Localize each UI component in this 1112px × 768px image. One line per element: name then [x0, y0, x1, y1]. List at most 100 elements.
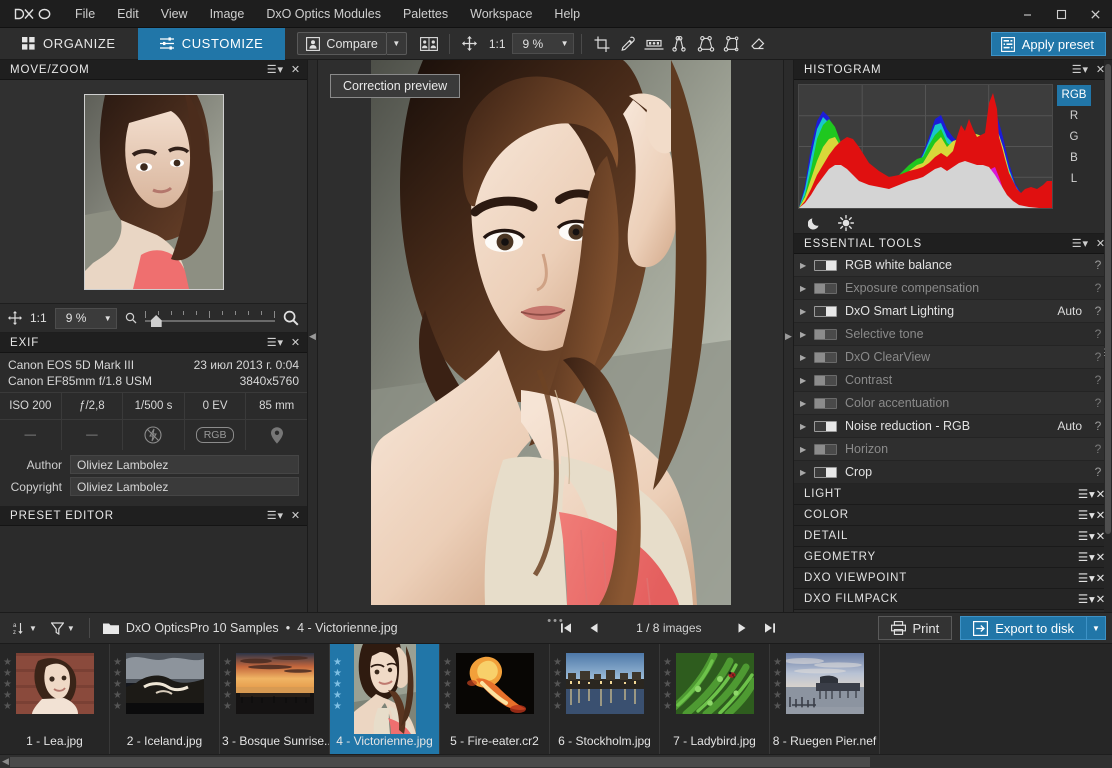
expand-triangle-icon[interactable]: ▶: [800, 399, 814, 408]
rating-stars[interactable]: ★★★★★: [113, 658, 122, 712]
right-splitter-handle[interactable]: ▶: [783, 60, 793, 612]
histogram-channel-b[interactable]: B: [1057, 148, 1091, 169]
palette-light[interactable]: LIGHT ☰▾ ✕: [794, 484, 1112, 505]
palette-dxo-viewpoint[interactable]: DXO VIEWPOINT ☰▾ ✕: [794, 568, 1112, 589]
filmstrip-scrollbar[interactable]: ◀: [0, 754, 1112, 768]
expand-triangle-icon[interactable]: ▶: [800, 284, 814, 293]
expand-triangle-icon[interactable]: ▶: [800, 307, 814, 316]
help-icon[interactable]: ?: [1092, 281, 1104, 295]
menu-item-view[interactable]: View: [150, 0, 199, 28]
panel-close-icon[interactable]: ✕: [291, 509, 301, 522]
panel-menu-icon[interactable]: ☰▾: [1072, 237, 1089, 250]
scroll-left-icon[interactable]: ◀: [2, 756, 9, 767]
filmstrip-item-8[interactable]: ★★★★★ 8 - Ruegen Pier.nef: [770, 644, 880, 754]
zoom-ratio-label[interactable]: 1:1: [483, 37, 512, 51]
pan-move-icon[interactable]: [457, 31, 483, 57]
rating-stars[interactable]: ★★★★★: [223, 658, 232, 712]
panel-menu-icon[interactable]: ☰▾: [267, 336, 284, 349]
tool-toggle[interactable]: [814, 283, 837, 294]
menu-item-help[interactable]: Help: [543, 0, 591, 28]
menu-item-file[interactable]: File: [64, 0, 106, 28]
tool-row-noise-reduction[interactable]: ▶ Noise reduction - RGB Auto ?: [794, 415, 1112, 438]
crop-icon[interactable]: [589, 31, 615, 57]
rating-stars[interactable]: ★★★★★: [333, 658, 342, 712]
menu-item-workspace[interactable]: Workspace: [459, 0, 543, 28]
right-panel-scrollbar[interactable]: [1104, 60, 1112, 612]
histogram-channel-r[interactable]: R: [1057, 106, 1091, 127]
tool-row-color-accentuation[interactable]: ▶ Color accentuation ?: [794, 392, 1112, 415]
next-image-button[interactable]: [736, 622, 750, 634]
image-viewer[interactable]: ◀ ▶ Correction preview: [308, 60, 793, 612]
tool-toggle[interactable]: [814, 352, 837, 363]
expand-triangle-icon[interactable]: ▶: [800, 445, 814, 454]
control-point-icon[interactable]: [719, 31, 745, 57]
tool-toggle[interactable]: [814, 306, 837, 317]
tool-toggle[interactable]: [814, 375, 837, 386]
expand-triangle-icon[interactable]: ▶: [800, 353, 814, 362]
close-icon[interactable]: [1078, 0, 1112, 28]
zoom-slider[interactable]: [145, 309, 275, 327]
panel-menu-icon[interactable]: ☰▾: [1078, 487, 1096, 501]
tool-toggle[interactable]: [814, 398, 837, 409]
expand-triangle-icon[interactable]: ▶: [800, 330, 814, 339]
help-icon[interactable]: ?: [1092, 396, 1104, 410]
breadcrumb-folder[interactable]: DxO OpticsPro 10 Samples: [126, 621, 279, 635]
tool-toggle[interactable]: [814, 467, 837, 478]
minimize-icon[interactable]: [1010, 0, 1044, 28]
tool-row-crop[interactable]: ▶ Crop ?: [794, 461, 1112, 484]
tool-auto-label[interactable]: Auto: [1057, 304, 1082, 318]
side-by-side-icon[interactable]: [416, 31, 442, 57]
panel-menu-icon[interactable]: ☰▾: [1078, 571, 1096, 585]
zoom-out-icon[interactable]: [125, 312, 137, 324]
breadcrumb-file[interactable]: 4 - Victorienne.jpg: [297, 621, 398, 635]
histogram-channel-l[interactable]: L: [1057, 169, 1091, 190]
zoom-in-icon[interactable]: [283, 310, 299, 326]
eyedropper-icon[interactable]: [615, 31, 641, 57]
palette-color[interactable]: COLOR ☰▾ ✕: [794, 505, 1112, 526]
menu-item-dxo-optics-modules[interactable]: DxO Optics Modules: [255, 0, 392, 28]
rating-stars[interactable]: ★★★★★: [443, 658, 452, 712]
rating-stars[interactable]: ★★★★★: [3, 658, 12, 712]
main-photo[interactable]: [371, 60, 731, 605]
control-line-icon[interactable]: [667, 31, 693, 57]
panel-close-icon[interactable]: ✕: [291, 63, 301, 76]
menu-item-edit[interactable]: Edit: [106, 0, 150, 28]
tool-row-dxo-clearview[interactable]: ▶ DxO ClearView ?: [794, 346, 1112, 369]
move-zoom-preview[interactable]: [0, 80, 307, 303]
filmstrip-scrollbar-thumb[interactable]: [10, 757, 870, 767]
histogram-channel-g[interactable]: G: [1057, 127, 1091, 148]
previous-image-button[interactable]: [588, 622, 602, 634]
help-icon[interactable]: ?: [1092, 327, 1104, 341]
histogram-channel-rgb[interactable]: RGB: [1057, 85, 1091, 106]
filmstrip-item-2[interactable]: ★★★★★ 2 - Iceland.jpg: [110, 644, 220, 754]
panel-menu-icon[interactable]: ☰▾: [1078, 592, 1096, 606]
panel-menu-icon[interactable]: ☰▾: [1078, 550, 1096, 564]
tool-row-horizon[interactable]: ▶ Horizon ?: [794, 438, 1112, 461]
filmstrip-item-1[interactable]: ★★★★★ 1 - Lea.jpg: [0, 644, 110, 754]
rating-stars[interactable]: ★★★★★: [663, 658, 672, 712]
maximize-icon[interactable]: [1044, 0, 1078, 28]
palette-detail[interactable]: DETAIL ☰▾ ✕: [794, 526, 1112, 547]
horizon-level-icon[interactable]: [641, 31, 667, 57]
moon-icon[interactable]: [808, 216, 822, 230]
filmstrip-resize-grip[interactable]: •••: [547, 615, 565, 627]
tab-customize[interactable]: CUSTOMIZE: [138, 28, 286, 60]
expand-triangle-icon[interactable]: ▶: [800, 468, 814, 477]
tool-toggle[interactable]: [814, 260, 837, 271]
tool-row-selective-tone[interactable]: ▶ Selective tone ?: [794, 323, 1112, 346]
apply-preset-button[interactable]: Apply preset: [991, 32, 1106, 56]
compare-button[interactable]: Compare: [297, 32, 386, 55]
scrollbar-thumb[interactable]: [1105, 64, 1111, 534]
tool-toggle[interactable]: [814, 444, 837, 455]
rating-stars[interactable]: ★★★★★: [773, 658, 782, 712]
filmstrip-item-3[interactable]: ★★★★★ 3 - Bosque Sunrise....: [220, 644, 330, 754]
help-icon[interactable]: ?: [1092, 304, 1104, 318]
rating-stars[interactable]: ★★★★★: [553, 658, 562, 712]
tool-row-dxo-smart-lighting[interactable]: ▶ DxO Smart Lighting Auto ?: [794, 300, 1112, 323]
eraser-icon[interactable]: [745, 31, 771, 57]
panel-resize-grip[interactable]: ⋮: [1100, 350, 1109, 354]
sun-icon[interactable]: [838, 215, 854, 231]
filmstrip-item-4[interactable]: ★★★★★: [330, 644, 440, 754]
menu-item-image[interactable]: Image: [199, 0, 256, 28]
left-splitter-handle[interactable]: ◀: [308, 60, 318, 612]
